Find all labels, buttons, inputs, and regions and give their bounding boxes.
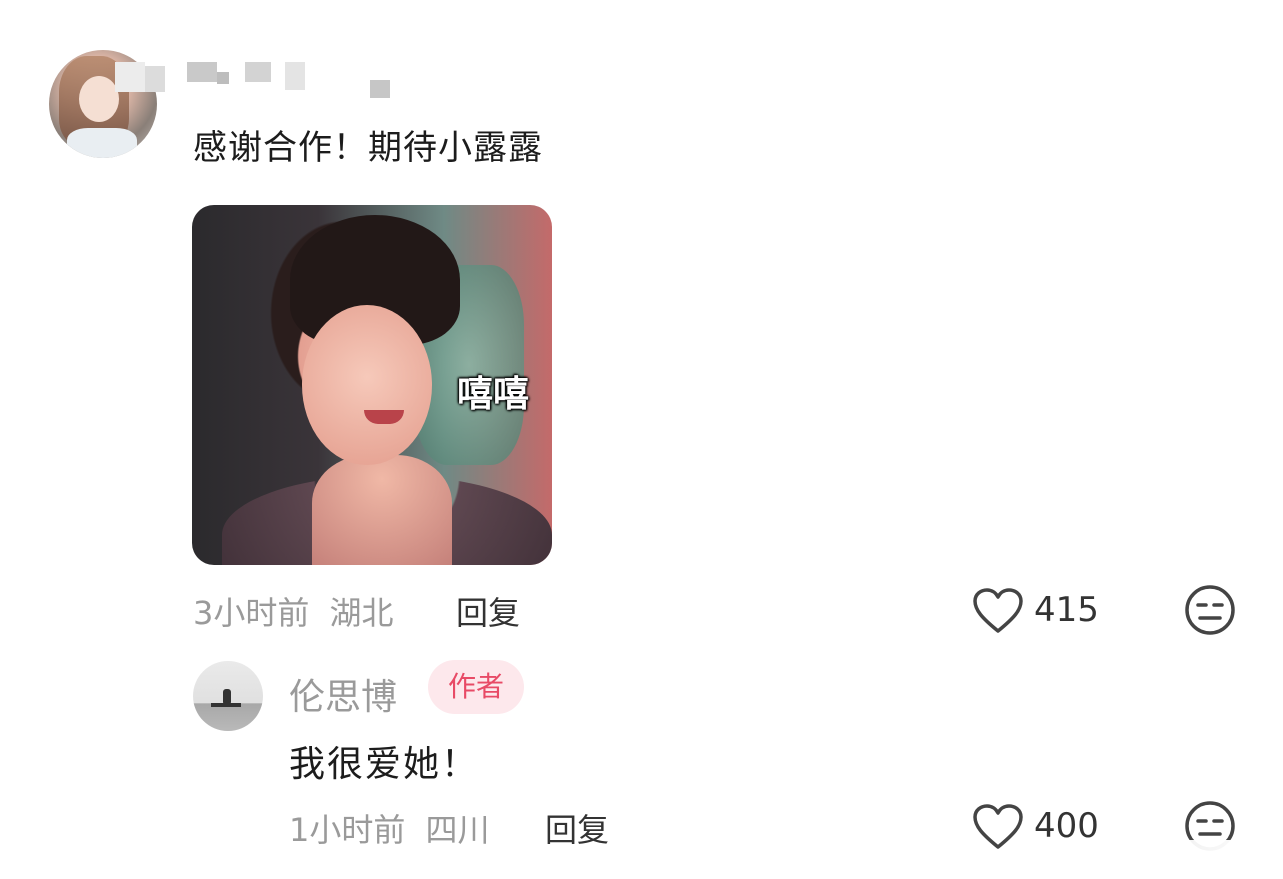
sticker-caption: 嘻嘻 xyxy=(457,374,530,415)
heart-icon xyxy=(973,804,1023,849)
comment-meta: 3小时前 湖北 xyxy=(193,588,394,634)
author-badge: 作者 xyxy=(428,660,525,714)
neutral-face-icon xyxy=(1185,585,1235,635)
comment-reply-button[interactable]: 回复 xyxy=(456,588,520,634)
comment-location: 湖北 xyxy=(329,594,394,632)
comment-time: 3小时前 xyxy=(193,594,310,632)
reply-time: 1小时前 xyxy=(289,811,406,849)
comment-text: 感谢合作！期待小露露 xyxy=(193,128,543,168)
comment-dislike-button[interactable] xyxy=(1184,584,1236,640)
commenter-name-pixelated[interactable] xyxy=(115,58,395,98)
comment-like-count: 415 xyxy=(1034,590,1099,630)
reply-username[interactable]: 伦思博 xyxy=(289,668,397,720)
reply-text: 我很爱她！ xyxy=(289,744,480,785)
watermark-overlay xyxy=(1050,840,1280,870)
sticker-image[interactable]: 嘻嘻 xyxy=(192,205,552,565)
heart-icon xyxy=(973,588,1023,633)
reply-like-button[interactable] xyxy=(972,804,1024,854)
reply-location: 四川 xyxy=(425,811,490,849)
comment-like-button[interactable] xyxy=(972,588,1024,638)
reply-reply-button[interactable]: 回复 xyxy=(545,805,609,851)
reply-meta: 1小时前 四川 xyxy=(289,805,490,851)
reply-avatar[interactable] xyxy=(193,661,263,731)
